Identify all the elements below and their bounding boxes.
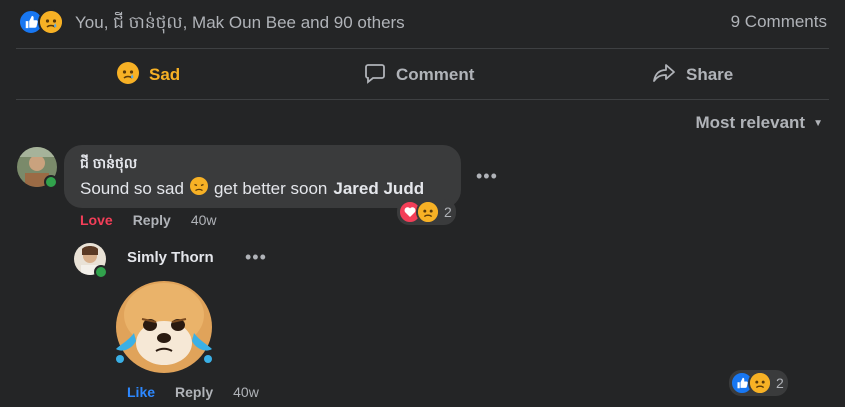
- comments-count[interactable]: 9 Comments: [731, 12, 827, 32]
- comment-button-label: Comment: [396, 65, 475, 84]
- comment-author-1[interactable]: ជី ចាន់ថុល: [80, 154, 137, 175]
- comment-icon: [364, 62, 386, 89]
- comment-sort-dropdown[interactable]: Most relevant ▼: [696, 113, 824, 133]
- comment-text-1-before: Sound so sad: [80, 178, 184, 198]
- divider-bottom: [16, 99, 829, 100]
- sort-label: Most relevant: [695, 113, 806, 132]
- sad-reaction-icon: [38, 9, 64, 35]
- comment-1-reaction-count: 2: [444, 204, 452, 220]
- sad-reaction-icon: [748, 371, 772, 395]
- comment-1-timestamp[interactable]: 40w: [191, 212, 217, 228]
- comment-2-options-icon[interactable]: •••: [245, 247, 267, 268]
- comment-2-like-link[interactable]: Like: [127, 384, 155, 400]
- sad-reaction-icon: [416, 200, 440, 224]
- comment-1-meta: Love Reply 40w: [80, 212, 217, 228]
- comment-text-1: Sound so sad get better soon Jared Judd: [80, 177, 424, 200]
- comment-2-reaction-count: 2: [776, 375, 784, 391]
- comment-1-options-icon[interactable]: •••: [476, 166, 498, 187]
- comment-text-1-after: get better soon: [213, 178, 328, 198]
- comment-author-2[interactable]: Simly Thorn: [127, 249, 214, 266]
- sad-button-label: Sad: [149, 65, 181, 84]
- online-status-dot: [44, 175, 58, 189]
- comment-1-reactions[interactable]: 2: [397, 199, 456, 225]
- crying-dog-sticker[interactable]: [112, 275, 216, 375]
- comment-2-reply-link[interactable]: Reply: [175, 384, 213, 400]
- share-button-label: Share: [686, 65, 734, 84]
- share-icon: [652, 62, 676, 89]
- sad-reaction-button[interactable]: Sad: [117, 60, 180, 90]
- comment-2-timestamp[interactable]: 40w: [233, 384, 259, 400]
- reaction-summary-icons[interactable]: [18, 9, 64, 35]
- divider-top: [16, 48, 829, 49]
- caret-down-icon: ▼: [813, 117, 823, 129]
- comment-1-love-link[interactable]: Love: [80, 212, 113, 228]
- sad-face-icon: [117, 61, 139, 89]
- reactors-summary[interactable]: You, ជី ចាន់ថុល, Mak Oun Bee and 90 othe…: [75, 12, 405, 37]
- mention-tag[interactable]: Jared Judd: [333, 179, 424, 199]
- comment-button[interactable]: Comment: [364, 60, 474, 90]
- comment-2-meta: Like Reply 40w: [127, 384, 259, 400]
- online-status-dot-2: [94, 265, 108, 279]
- comment-2-reactions[interactable]: 2: [729, 370, 788, 396]
- share-button[interactable]: Share: [652, 60, 733, 90]
- comment-1-reply-link[interactable]: Reply: [133, 212, 171, 228]
- disappointed-emoji-icon: [189, 177, 208, 200]
